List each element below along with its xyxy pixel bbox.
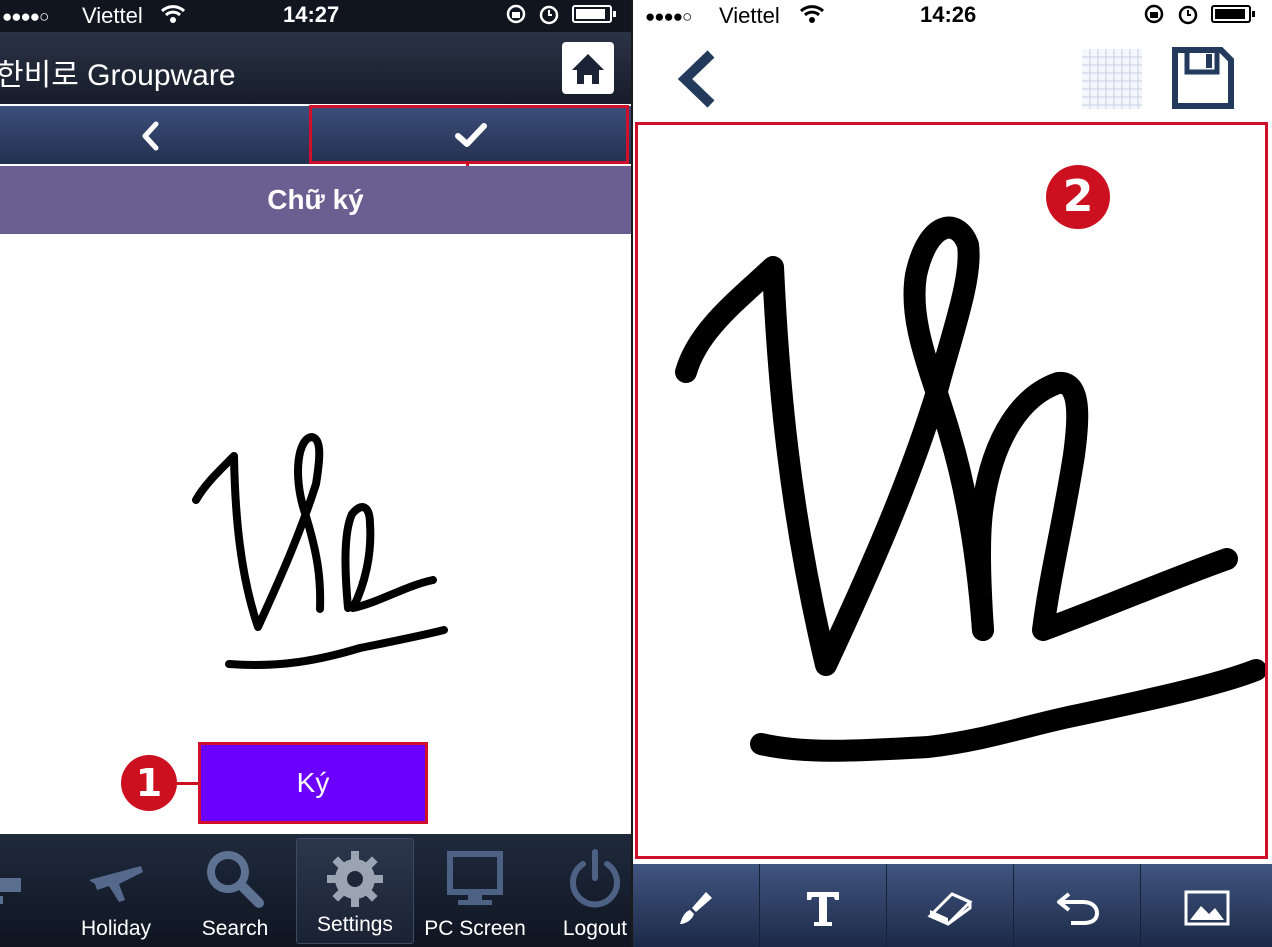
carrier-name: Viettel <box>719 3 780 28</box>
status-bar: ●●●●○ Viettel 14:27 <box>0 0 631 32</box>
rotation-lock-icon <box>1143 3 1165 31</box>
drawing-top-bar <box>633 32 1272 118</box>
battery-indicator <box>1211 5 1255 23</box>
airplane-icon <box>89 866 143 902</box>
signal-strength: ●●●●○ <box>2 7 49 26</box>
org-chart-icon <box>0 878 21 904</box>
tab-logout[interactable]: Logout <box>536 834 631 947</box>
tab-settings[interactable]: Settings <box>296 838 414 944</box>
wifi-icon <box>160 3 186 31</box>
tab-label: Logout <box>562 917 628 940</box>
alarm-icon <box>538 3 560 31</box>
text-icon <box>807 892 839 926</box>
status-bar: ●●●●○ Viettel 14:26 <box>633 0 1272 32</box>
text-tool-button[interactable] <box>760 864 887 947</box>
grid-icon <box>1082 49 1142 109</box>
back-button[interactable] <box>0 106 308 164</box>
section-title: Chữ ký <box>0 166 631 234</box>
tab-label: Holiday <box>80 917 152 940</box>
confirm-button[interactable] <box>310 106 628 164</box>
power-icon <box>570 849 620 908</box>
brush-icon <box>680 892 712 924</box>
step-badge-2: 2 <box>1046 165 1110 229</box>
tab-org[interactable]: g. <box>0 834 62 947</box>
eraser-icon <box>927 892 973 926</box>
signal-strength: ●●●●○ <box>645 7 692 26</box>
image-tool-button[interactable] <box>1141 864 1272 947</box>
gear-icon <box>327 851 383 907</box>
undo-icon <box>1057 892 1100 925</box>
drawing-canvas[interactable]: 2 <box>635 122 1268 859</box>
home-button[interactable] <box>562 42 614 94</box>
save-icon <box>1172 47 1234 109</box>
wifi-icon <box>799 3 825 31</box>
alarm-icon <box>1177 3 1199 31</box>
eraser-tool-button[interactable] <box>887 864 1014 947</box>
save-button[interactable] <box>1171 46 1235 110</box>
checkmark-icon <box>455 123 487 147</box>
rotation-lock-icon <box>505 3 527 31</box>
battery-indicator <box>572 5 616 23</box>
action-toolbar <box>0 106 631 164</box>
back-button[interactable] <box>671 46 725 112</box>
clock: 14:26 <box>920 2 977 27</box>
drawing-toolbar <box>633 864 1272 947</box>
sign-button[interactable]: Ký <box>200 744 426 822</box>
tab-search[interactable]: Search <box>176 834 294 947</box>
signature-drawing-screen: ●●●●○ Viettel 14:26 2 <box>633 0 1272 947</box>
signature-drawing <box>675 216 1267 762</box>
tab-label: Search <box>201 917 269 940</box>
carrier-name: Viettel <box>82 3 143 28</box>
brush-tool-button[interactable] <box>633 864 760 947</box>
undo-button[interactable] <box>1014 864 1141 947</box>
tab-pc-screen[interactable]: PC Screen <box>416 834 534 947</box>
tab-label: PC Screen <box>424 917 526 940</box>
chevron-left-icon <box>677 50 715 108</box>
groupware-signature-screen: ●●●●○ Viettel 14:27 한비로 Groupware Chữ ký… <box>0 0 631 947</box>
image-icon <box>1184 890 1229 926</box>
app-header: 한비로 Groupware <box>0 32 631 104</box>
app-title: 한비로 Groupware <box>0 59 236 92</box>
grid-toggle-button[interactable] <box>1081 48 1143 110</box>
tab-label: Settings <box>317 913 393 936</box>
chevron-left-icon <box>142 121 159 151</box>
bottom-tab-bar: g. Holiday Search Settings <box>0 834 631 947</box>
clock: 14:27 <box>283 2 340 27</box>
monitor-icon <box>447 851 503 905</box>
search-icon <box>207 851 264 908</box>
home-icon <box>572 54 604 84</box>
tab-holiday[interactable]: Holiday <box>57 834 175 947</box>
step-badge-1: 1 <box>121 755 177 811</box>
